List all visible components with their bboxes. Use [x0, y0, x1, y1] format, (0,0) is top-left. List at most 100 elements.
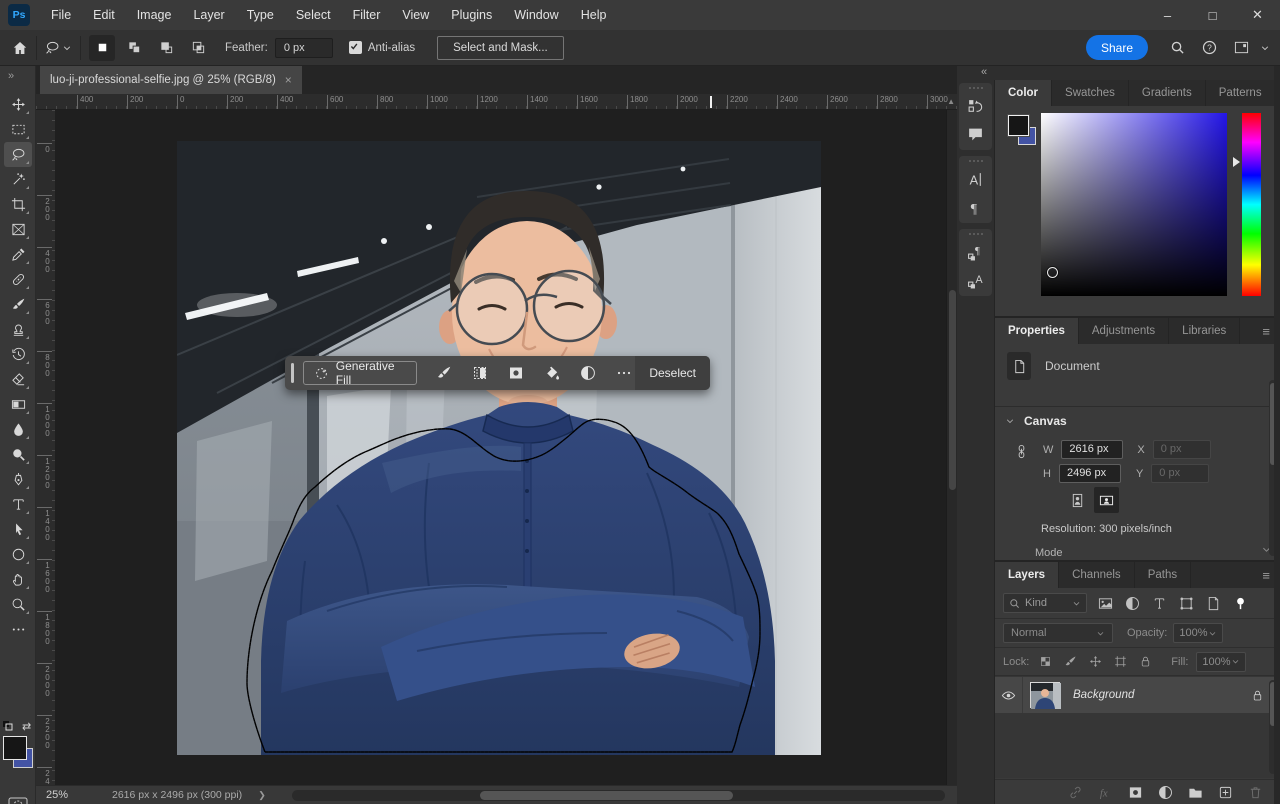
tab-channels[interactable]: Channels: [1059, 562, 1135, 588]
tool-rectangular-marquee[interactable]: [4, 117, 32, 142]
chain-link-icon[interactable]: [1067, 784, 1084, 801]
subtract-selection-icon[interactable]: [153, 35, 179, 61]
tool-type[interactable]: [4, 492, 32, 517]
trash-icon[interactable]: [1247, 784, 1264, 801]
new-layer-icon[interactable]: [1217, 784, 1234, 801]
close-tab-icon[interactable]: ×: [285, 73, 292, 87]
tool-frame[interactable]: [4, 217, 32, 242]
horizontal-scrollbar-thumb[interactable]: [480, 791, 733, 800]
opacity-input[interactable]: 100%: [1173, 623, 1223, 643]
invert-icon[interactable]: [577, 362, 599, 384]
y-input[interactable]: 0 px: [1151, 464, 1209, 483]
lock-artboard-icon[interactable]: [1112, 654, 1128, 670]
menu-window[interactable]: Window: [503, 0, 569, 30]
maximize-button[interactable]: □: [1190, 0, 1235, 30]
anti-alias-checkbox[interactable]: [349, 41, 362, 54]
menu-image[interactable]: Image: [126, 0, 183, 30]
adjustment-half-icon[interactable]: [1157, 784, 1174, 801]
intersect-selection-icon[interactable]: [185, 35, 211, 61]
tool-ellipsis[interactable]: [4, 617, 32, 642]
select-and-mask-button[interactable]: Select and Mask...: [437, 36, 564, 60]
tool-move[interactable]: [4, 92, 32, 117]
vertical-ruler[interactable]: 0200400600800100012001400160018002000220…: [36, 110, 56, 785]
search-icon[interactable]: [1162, 35, 1192, 61]
taskbar-drag-handle[interactable]: [291, 363, 294, 383]
generative-fill-button[interactable]: Generative Fill: [303, 361, 418, 385]
swap-colors-icon[interactable]: ⇄: [22, 720, 31, 733]
default-colors-icon[interactable]: [2, 720, 14, 732]
tool-brush[interactable]: [4, 292, 32, 317]
scroll-up-icon[interactable]: ▲: [947, 97, 955, 106]
character-panel-icon[interactable]: A: [962, 167, 990, 191]
canvas-section-header[interactable]: Canvas: [1005, 414, 1067, 428]
menu-file[interactable]: File: [40, 0, 82, 30]
fill-bucket-icon[interactable]: [541, 362, 563, 384]
tool-eyedropper[interactable]: [4, 242, 32, 267]
history-panel-icon[interactable]: [962, 94, 990, 118]
menu-layer[interactable]: Layer: [182, 0, 235, 30]
status-arrow-icon[interactable]: ❯: [258, 790, 266, 801]
feather-input[interactable]: 0 px: [275, 38, 333, 58]
document-tab[interactable]: luo-ji-professional-selfie.jpg @ 25% (RG…: [40, 66, 302, 94]
tool-lasso[interactable]: [4, 142, 32, 167]
tool-crop[interactable]: [4, 192, 32, 217]
lock-transparent-icon[interactable]: [1037, 654, 1053, 670]
layer-visibility-toggle[interactable]: [995, 677, 1023, 713]
landscape-orientation-button[interactable]: [1094, 487, 1119, 513]
smart-object-icon[interactable]: [1204, 594, 1223, 613]
paragraph-panel-icon[interactable]: ¶: [962, 195, 990, 219]
zoom-level-field[interactable]: 25%: [36, 789, 94, 801]
horizontal-ruler[interactable]: 4002000200400600800100012001400160018002…: [36, 94, 957, 110]
hue-slider[interactable]: [1242, 113, 1261, 296]
fx-icon[interactable]: fx: [1097, 784, 1114, 801]
tab-gradients[interactable]: Gradients: [1129, 80, 1206, 106]
fill-input[interactable]: 100%: [1196, 652, 1246, 672]
menu-edit[interactable]: Edit: [82, 0, 126, 30]
type-filter-icon[interactable]: [1150, 594, 1169, 613]
shape-filter-icon[interactable]: [1177, 594, 1196, 613]
adjustment-half-icon[interactable]: [1123, 594, 1142, 613]
chevron-down-icon[interactable]: [62, 43, 72, 53]
height-input[interactable]: 2496 px: [1059, 464, 1121, 483]
tool-ellipse-shape[interactable]: [4, 542, 32, 567]
layer-filter-select[interactable]: Kind: [1003, 593, 1087, 613]
tab-swatches[interactable]: Swatches: [1052, 80, 1129, 106]
more-icon[interactable]: [613, 362, 635, 384]
menu-type[interactable]: Type: [236, 0, 285, 30]
pin-icon[interactable]: [1231, 594, 1250, 613]
hue-slider-handle[interactable]: [1233, 157, 1240, 167]
deselect-button[interactable]: Deselect: [635, 356, 710, 390]
tool-path-selection[interactable]: [4, 517, 32, 542]
blend-mode-select[interactable]: Normal: [1003, 623, 1113, 643]
toolbar-collapse-icon[interactable]: »: [8, 70, 14, 82]
lock-pixels-icon[interactable]: [1062, 654, 1078, 670]
workspace-icon[interactable]: [1226, 35, 1256, 61]
lasso-tool-preset-icon[interactable]: [45, 40, 60, 55]
tab-libraries[interactable]: Libraries: [1169, 318, 1240, 344]
menu-filter[interactable]: Filter: [342, 0, 392, 30]
chevron-down-icon[interactable]: [1260, 43, 1270, 53]
canvas-viewport[interactable]: Generative Fill Deselect: [56, 110, 957, 785]
color-picker-field[interactable]: [1041, 113, 1227, 296]
vertical-scrollbar[interactable]: [946, 110, 957, 785]
refine-selection-icon[interactable]: [469, 362, 491, 384]
lock-position-icon[interactable]: [1087, 654, 1103, 670]
collapse-panels-icon[interactable]: «: [981, 66, 987, 78]
layer-thumbnail[interactable]: [1030, 682, 1060, 708]
tool-blur[interactable]: [4, 417, 32, 442]
x-input[interactable]: 0 px: [1153, 440, 1211, 459]
layer-lock-icon[interactable]: [1251, 689, 1264, 702]
tab-adjustments[interactable]: Adjustments: [1079, 318, 1169, 344]
tab-paths[interactable]: Paths: [1135, 562, 1191, 588]
tool-gradient[interactable]: [4, 392, 32, 417]
tab-properties[interactable]: Properties: [995, 318, 1079, 344]
tool-object-selection[interactable]: [4, 167, 32, 192]
tool-hand[interactable]: [4, 567, 32, 592]
menu-plugins[interactable]: Plugins: [440, 0, 503, 30]
link-dimensions-icon[interactable]: [1014, 444, 1029, 459]
portrait-orientation-button[interactable]: [1065, 487, 1090, 513]
character-styles-icon[interactable]: A: [962, 268, 990, 292]
canvas-photo[interactable]: [177, 141, 821, 755]
quick-mask-icon[interactable]: [7, 796, 29, 804]
tab-patterns[interactable]: Patterns: [1206, 80, 1276, 106]
